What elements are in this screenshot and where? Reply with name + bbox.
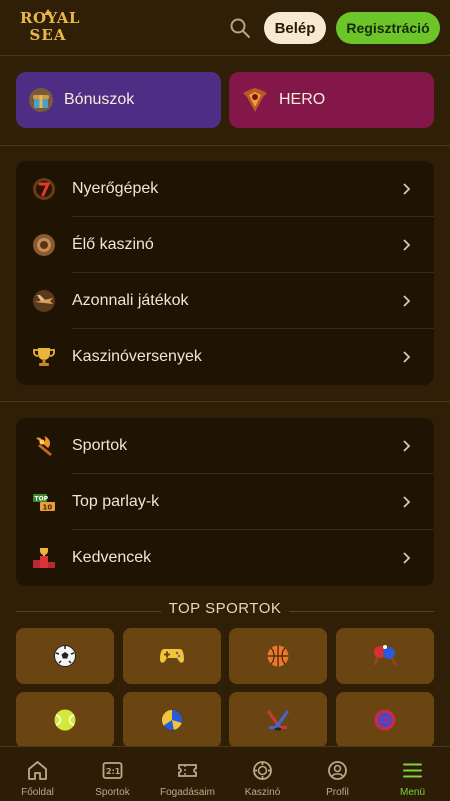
menu-icon [403,763,422,778]
login-button[interactable]: Belép [264,12,326,44]
svg-text:2:1: 2:1 [106,767,121,776]
menu-item-instant-games[interactable]: Azonnali játékok [16,273,434,329]
gamepad-icon [160,649,184,663]
sport-tile-volleyball[interactable] [123,692,221,748]
sport-tile-basketball[interactable] [229,628,327,684]
menu-item-live-casino[interactable]: Élő kaszinó [16,217,434,273]
football-icon [54,645,76,667]
menu-item-label: Élő kaszinó [72,236,154,253]
top-10-icon: TOP 10 [33,494,55,512]
menu-item-label: Sportok [72,437,128,454]
nav-my-bets[interactable]: Fogadásaim [150,747,225,801]
menu-item-sports[interactable]: Sportok [16,418,434,474]
royal-sea-logo[interactable]: ROYAL SEA [20,9,79,48]
nav-label: Sportok [95,787,130,798]
chevron-right-icon [403,183,411,195]
live-casino-chip-icon [33,234,55,256]
divider [0,145,450,146]
menu-item-label: Top parlay-k [72,493,160,510]
menu-item-label: Nyerőgépek [72,180,159,197]
crown-icon [44,3,52,15]
sport-tile-mma[interactable] [336,692,434,748]
nav-sports[interactable]: 2:1 Sportok [75,747,150,801]
svg-text:TOP: TOP [35,496,49,503]
hockey-icon [267,710,289,731]
section-line [289,611,434,612]
trophy-icon [33,348,55,366]
sport-tile-esports[interactable] [123,628,221,684]
casino-menu-card: Nyerőgépek Élő kaszinó Azonnali játékok [16,161,434,385]
divider [0,401,450,402]
basketball-icon [267,645,289,667]
chevron-right-icon [403,440,411,452]
sport-tile-tennis[interactable] [16,692,114,748]
nav-label: Profil [326,787,349,798]
volleyball-icon [161,709,183,731]
sport-tile-table-tennis[interactable] [336,628,434,684]
plane-icon [33,290,55,312]
bonuses-button[interactable]: Bónuszok [16,72,221,128]
top-bar: ROYAL SEA Belép Regisztráció [0,0,450,56]
chevron-right-icon [403,239,411,251]
menu-item-top-parlays[interactable]: TOP 10 Top parlay-k [16,474,434,530]
chevron-right-icon [403,295,411,307]
profile-icon [328,761,347,780]
chevron-right-icon [403,351,411,363]
nav-menu[interactable]: Menü [375,747,450,801]
torch-icon [36,436,52,456]
hero-shield-icon [243,88,267,112]
nav-casino[interactable]: Kaszinó [225,747,300,801]
nav-profile[interactable]: Profil [300,747,375,801]
nav-label: Főoldal [21,787,54,798]
podium-icon [33,548,55,568]
ticket-icon [178,764,197,777]
svg-text:10: 10 [43,504,53,512]
nav-label: Fogadásaim [159,787,216,798]
mma-glove-icon [374,709,396,731]
hero-button[interactable]: HERO [229,72,434,128]
register-button[interactable]: Regisztráció [336,12,440,44]
menu-item-tournaments[interactable]: Kaszinóversenyek [16,329,434,385]
search-icon[interactable] [228,16,252,40]
gift-icon [29,88,53,112]
sport-tile-football[interactable] [16,628,114,684]
menu-item-slots[interactable]: Nyerőgépek [16,161,434,217]
menu-item-label: Kedvencek [72,549,152,566]
hero-label: HERO [279,91,326,108]
sports-menu-card: Sportok TOP 10 Top parlay-k Kedvencek [16,418,434,586]
chevron-right-icon [403,552,411,564]
slot-seven-icon [33,178,55,200]
chevron-right-icon [403,496,411,508]
menu-item-label: Kaszinóversenyek [72,348,202,365]
logo-line-2: SEA [29,26,67,44]
menu-item-label: Azonnali játékok [72,292,189,309]
table-tennis-icon [373,645,397,666]
nav-label: Menü [399,787,425,798]
tennis-icon [54,709,76,731]
scoreboard-icon: 2:1 [102,762,123,779]
casino-chip-icon [253,761,272,780]
bonuses-label: Bónuszok [64,91,135,108]
menu-item-favorites[interactable]: Kedvencek [16,530,434,586]
sport-tile-hockey[interactable] [229,692,327,748]
home-icon [28,761,47,780]
nav-label: Kaszinó [244,787,281,798]
bottom-navigation: Főoldal 2:1 Sportok Fogadásaim Kaszinó P… [0,746,450,800]
nav-home[interactable]: Főoldal [0,747,75,801]
